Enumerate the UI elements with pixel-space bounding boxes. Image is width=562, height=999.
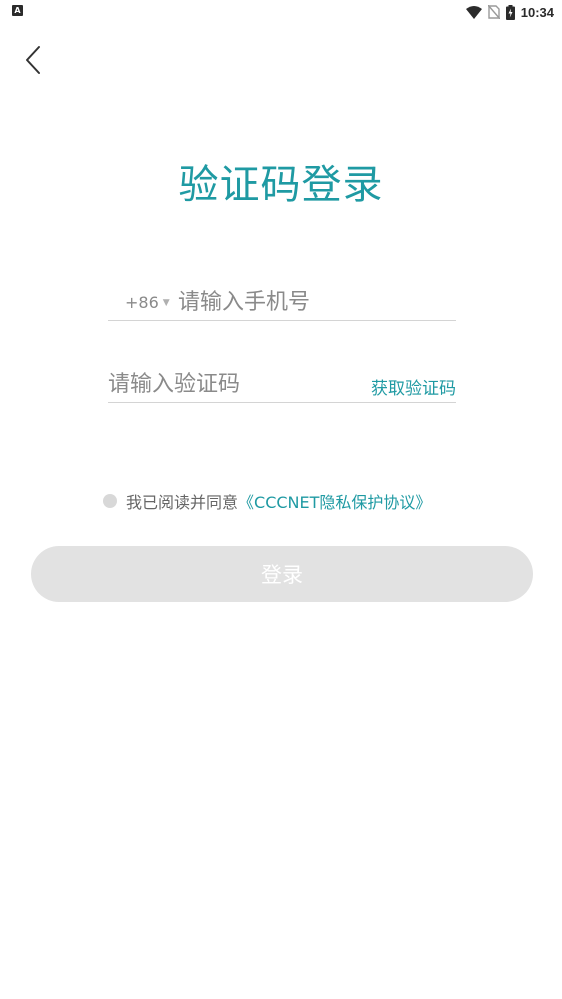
verification-code-field: 获取验证码 (108, 366, 456, 403)
country-code-selector[interactable]: +86 ▼ (125, 293, 170, 312)
chevron-left-icon (26, 46, 40, 74)
wifi-icon (465, 5, 482, 19)
agreement-row: 我已阅读并同意 《CCCNET隐私保护协议》 (103, 489, 431, 513)
dropdown-arrow-icon: ▼ (162, 297, 170, 308)
status-bar: A 10:34 (0, 0, 562, 24)
status-icons: 10:34 (465, 2, 554, 22)
clock-time: 10:34 (520, 4, 554, 20)
back-button[interactable] (18, 44, 48, 76)
battery-charging-icon (505, 4, 515, 20)
get-code-button[interactable]: 获取验证码 (371, 374, 456, 399)
phone-field: +86 ▼ (108, 284, 456, 321)
login-button[interactable]: 登录 (31, 546, 533, 602)
verification-code-input[interactable] (108, 368, 348, 400)
page-title: 验证码登录 (178, 162, 384, 208)
no-sim-icon (487, 5, 500, 19)
agreement-checkbox[interactable] (103, 494, 117, 508)
country-code-value: +86 (125, 293, 159, 312)
agreement-text: 我已阅读并同意 (126, 493, 239, 512)
notification-app-icon: A (12, 5, 23, 16)
phone-input[interactable] (178, 286, 448, 318)
privacy-agreement-link[interactable]: 《CCCNET隐私保护协议》 (238, 489, 431, 513)
